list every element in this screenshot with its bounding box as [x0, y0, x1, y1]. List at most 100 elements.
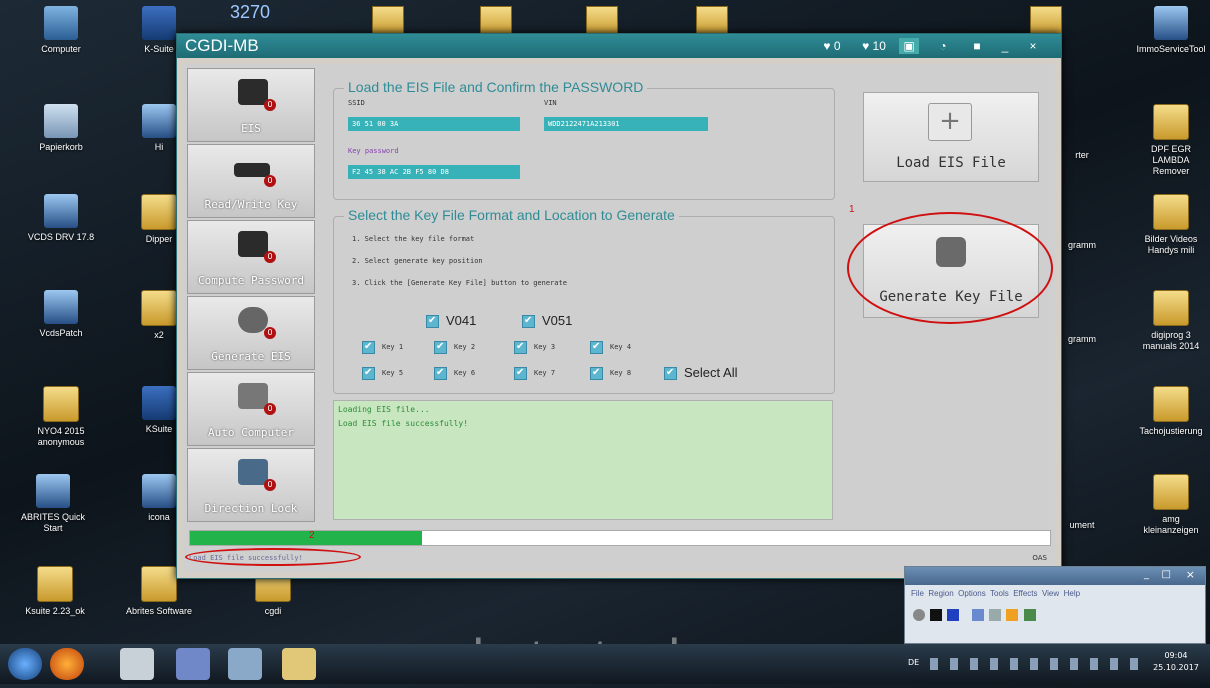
- desktop-icon-bilder[interactable]: Bilder Videos Handys mili: [1134, 194, 1208, 256]
- menu-options[interactable]: Options: [958, 589, 986, 598]
- start-button[interactable]: [8, 648, 42, 680]
- sidebar-item-label: Generate EIS: [211, 350, 291, 363]
- generate-icon: [238, 307, 268, 333]
- blue-color-icon[interactable]: [947, 609, 960, 621]
- copy-tool-icon[interactable]: [989, 609, 1002, 621]
- load-eis-file-label: Load EIS File: [896, 155, 1006, 171]
- key-4-checkbox[interactable]: [590, 341, 603, 354]
- paint-toolbar: [905, 602, 1205, 629]
- key-2-label: Key 2: [454, 343, 476, 351]
- minimize-button[interactable]: _: [995, 38, 1015, 54]
- crop-tool-icon[interactable]: [1023, 609, 1036, 621]
- desktop-icon-abrites-quick-start[interactable]: ABRITES Quick Start: [16, 474, 90, 534]
- key-3-checkbox[interactable]: [514, 341, 527, 354]
- key-7-checkbox[interactable]: [514, 367, 527, 380]
- menu-region[interactable]: Region: [928, 589, 953, 598]
- paint-titlebar[interactable]: _ □ ×: [905, 567, 1205, 585]
- folder-icon: [1153, 194, 1189, 230]
- close-button[interactable]: ×: [1023, 38, 1043, 54]
- title-bar[interactable]: CGDI-MB ♥ 0 ♥ 10 ▣ ◔ ■ _ ×: [177, 34, 1061, 58]
- format-v051-checkbox[interactable]: [522, 315, 535, 328]
- key-2-checkbox[interactable]: [434, 341, 447, 354]
- load-eis-file-button[interactable]: + Load EIS File: [863, 92, 1039, 182]
- desktop-partial-label: gramm: [1067, 334, 1096, 344]
- select-all-checkbox[interactable]: [664, 367, 677, 380]
- black-color-icon[interactable]: [930, 609, 943, 621]
- clock[interactable]: 09:04 25.10.2017: [1148, 650, 1204, 674]
- badge-icon: 0: [264, 327, 276, 339]
- desktop-icon-digiprog[interactable]: digiprog 3 manuals 2014: [1134, 290, 1208, 352]
- folder-top-4[interactable]: [696, 6, 728, 36]
- folder-icon: [141, 290, 177, 326]
- folder-top-2[interactable]: [480, 6, 512, 36]
- menu-file[interactable]: File: [911, 589, 924, 598]
- format-v041-checkbox[interactable]: [426, 315, 439, 328]
- ssid-field[interactable]: 36 51 00 3A: [348, 117, 520, 131]
- key-8-checkbox[interactable]: [590, 367, 603, 380]
- desktop-icon-vcds[interactable]: VCDS DRV 17.8: [24, 194, 98, 243]
- desktop-icon-nyo4[interactable]: NYO4 2015 anonymous: [24, 386, 98, 448]
- desktop-icon-dpf-egr[interactable]: DPF EGR LAMBDA Remover: [1134, 104, 1208, 177]
- desktop-icon-computer[interactable]: Computer: [24, 6, 98, 55]
- status-right-code: OAS: [1032, 554, 1047, 562]
- timer-icon[interactable]: ◔: [933, 38, 953, 54]
- firefox-icon[interactable]: [50, 648, 84, 680]
- desktop-top-caption: 3270: [230, 2, 271, 22]
- immo-icon: [1154, 6, 1188, 40]
- key-6-checkbox[interactable]: [434, 367, 447, 380]
- tray-language[interactable]: DE: [908, 658, 919, 667]
- badge-icon: 0: [264, 175, 276, 187]
- minimize-button[interactable]: _: [1144, 569, 1149, 580]
- sidebar-item-direction-lock[interactable]: 0 Direction Lock: [187, 448, 315, 522]
- annotation-2: 2: [309, 530, 315, 541]
- sidebar-item-auto-computer[interactable]: 0 Auto Computer: [187, 372, 315, 446]
- calendar-icon[interactable]: ▣: [899, 38, 919, 54]
- effects-tool-icon[interactable]: [1006, 609, 1019, 621]
- sidebar-item-compute-password[interactable]: 0 Compute Password: [187, 220, 315, 294]
- app-icon: [142, 474, 176, 508]
- desktop-partial-label: rter: [1075, 150, 1089, 160]
- log-line: Load EIS file successfully!: [338, 419, 469, 428]
- circle-tool-icon[interactable]: [913, 609, 925, 621]
- desktop-icon-immoservicetool[interactable]: ImmoServiceTool: [1134, 6, 1208, 55]
- progress-bar: [189, 530, 1051, 546]
- key-password-field[interactable]: F2 45 38 AC 2B F5 80 D8: [348, 165, 520, 179]
- key-password-label: Key password: [348, 147, 399, 155]
- app-icon: [142, 104, 176, 138]
- maximize-button[interactable]: □: [1162, 569, 1171, 580]
- key-1-label: Key 1: [382, 343, 404, 351]
- eis-icon: [238, 79, 268, 105]
- clock-date: 25.10.2017: [1153, 663, 1199, 672]
- desktop-icon-tachojustierung[interactable]: Tachojustierung: [1134, 386, 1208, 437]
- close-button[interactable]: ×: [1186, 568, 1195, 581]
- menu-icon[interactable]: ■: [967, 38, 987, 54]
- clock-time: 09:04: [1164, 651, 1188, 660]
- folder-top-1[interactable]: [372, 6, 404, 36]
- desktop-icon-ksuite-223[interactable]: Ksuite 2.23_ok: [18, 566, 92, 617]
- menu-help[interactable]: Help: [1064, 589, 1080, 598]
- log-panel[interactable]: Loading EIS file... Load EIS file succes…: [333, 400, 833, 520]
- vcds-icon: [44, 194, 78, 228]
- taskbar-app-3-icon[interactable]: [228, 648, 262, 680]
- desktop-icon-amg[interactable]: amg kleinanzeigen: [1134, 474, 1208, 536]
- menu-effects[interactable]: Effects: [1013, 589, 1037, 598]
- menu-view[interactable]: View: [1042, 589, 1059, 598]
- taskbar-explorer-icon[interactable]: [282, 648, 316, 680]
- patch-icon: [44, 290, 78, 324]
- vin-field[interactable]: WDD2122471A213301: [544, 117, 708, 131]
- step-1: 1. Select the key file format: [352, 235, 475, 243]
- desktop-icon-vcdspatch[interactable]: VcdsPatch: [24, 290, 98, 339]
- key-5-checkbox[interactable]: [362, 367, 375, 380]
- taskbar-app-2-icon[interactable]: [176, 648, 210, 680]
- screen-tool-icon[interactable]: [972, 609, 985, 621]
- taskbar-app-1-icon[interactable]: [120, 648, 154, 680]
- sidebar-item-eis[interactable]: 0 EIS: [187, 68, 315, 142]
- key-1-checkbox[interactable]: [362, 341, 375, 354]
- load-eis-group: Load the EIS File and Confirm the PASSWO…: [333, 79, 835, 200]
- desktop-icon-recycle-bin[interactable]: Papierkorb: [24, 104, 98, 153]
- sidebar-item-generate-eis[interactable]: 0 Generate EIS: [187, 296, 315, 370]
- sidebar-item-read-write-key[interactable]: 0 Read/Write Key: [187, 144, 315, 218]
- folder-top-5[interactable]: [1030, 6, 1062, 36]
- folder-top-3[interactable]: [586, 6, 618, 36]
- menu-tools[interactable]: Tools: [990, 589, 1009, 598]
